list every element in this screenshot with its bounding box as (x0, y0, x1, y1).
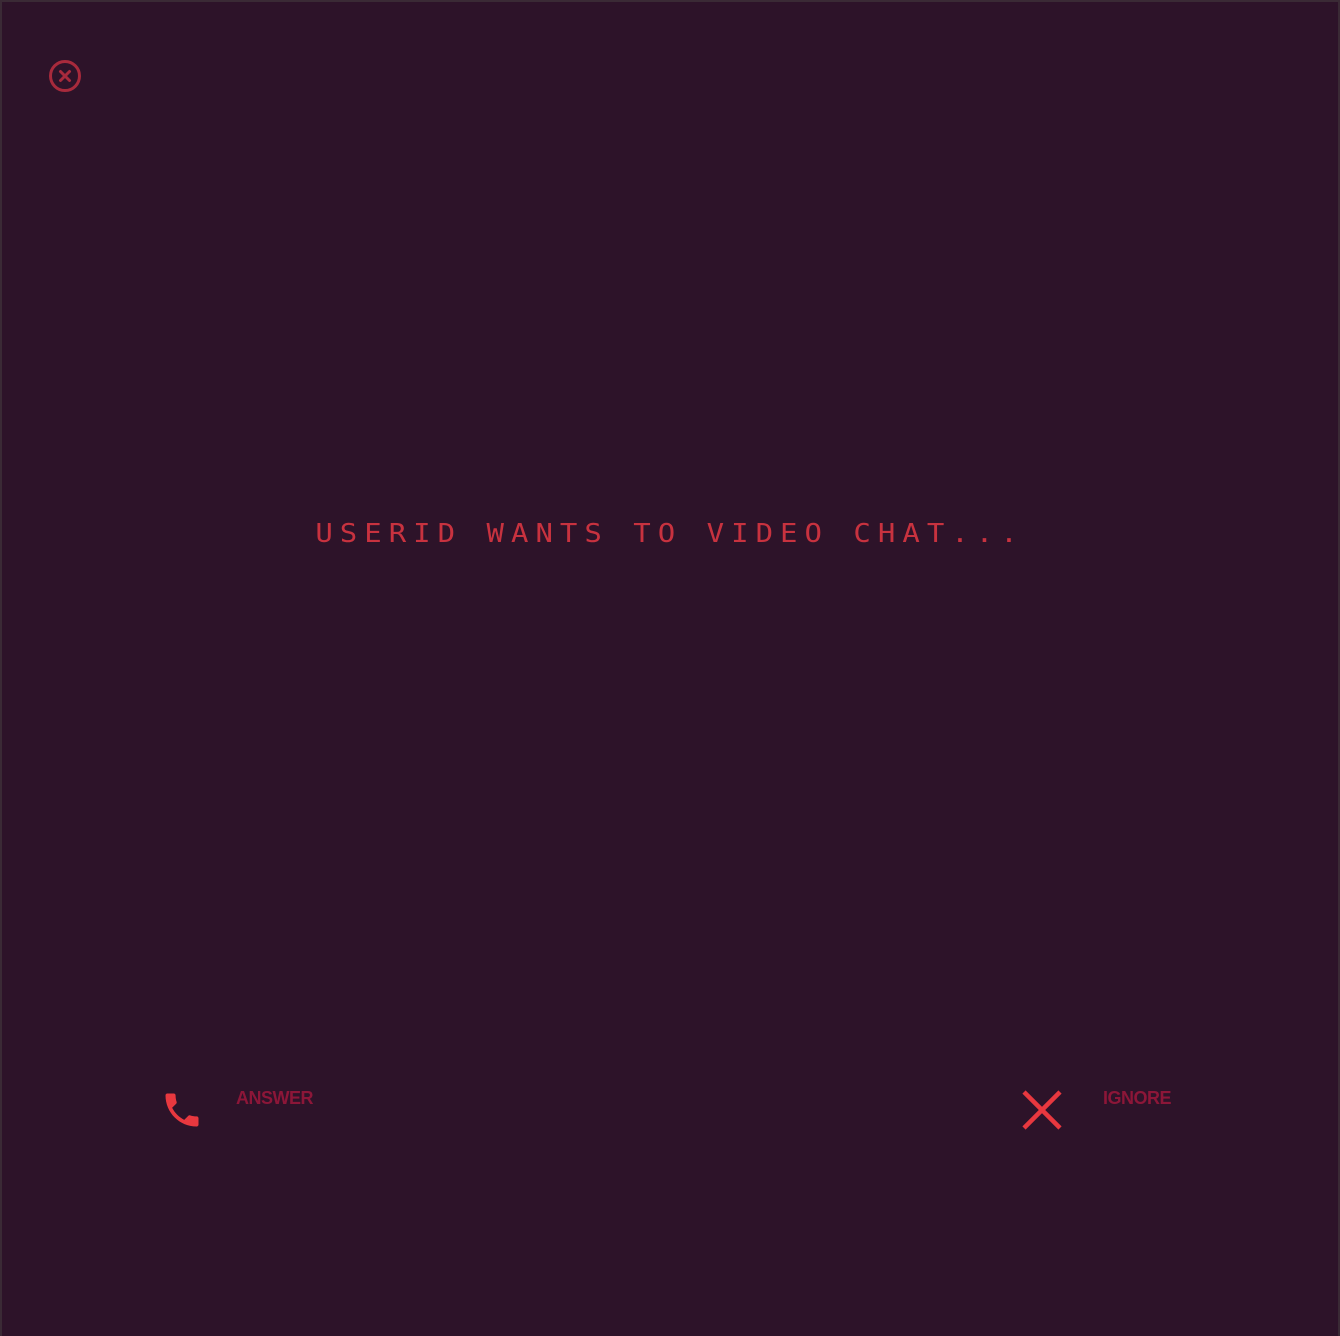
close-circle-icon (49, 60, 81, 92)
ignore-button[interactable]: IGNORE (1018, 1086, 1172, 1134)
incoming-call-screen: USERID WANTS TO VIDEO CHAT... ANSWER IGN… (2, 2, 1338, 1336)
ignore-label: IGNORE (1103, 1088, 1172, 1108)
incoming-call-message: USERID WANTS TO VIDEO CHAT... (315, 517, 1025, 549)
answer-label: ANSWER (236, 1088, 314, 1108)
x-icon (1022, 1090, 1062, 1130)
answer-button[interactable]: ANSWER (160, 1084, 314, 1136)
phone-icon (165, 1093, 199, 1127)
close-button[interactable] (48, 59, 82, 93)
